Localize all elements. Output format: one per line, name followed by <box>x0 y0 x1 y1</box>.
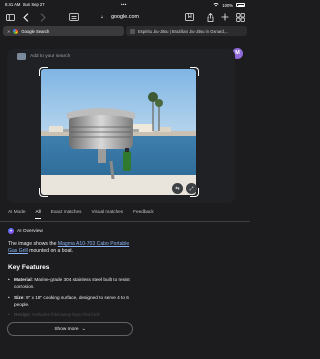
tab-jiu-jitsu[interactable]: Espiritu Jiu-Jitsu | Brazilian Jiu-Jitsu… <box>126 26 247 36</box>
list-item: Size: 9" x 18" cooking surface, designed… <box>8 294 138 308</box>
battery-percent: 100% <box>222 2 233 8</box>
google-favicon-icon <box>13 28 19 34</box>
crop-handle-bottom-left[interactable] <box>39 188 48 197</box>
query-image[interactable] <box>41 69 196 195</box>
tab-strip: ✕ Google Search Espiritu Jiu-Jitsu | Bra… <box>3 26 247 37</box>
sparkle-icon: ✦ <box>8 228 14 234</box>
add-tab-icon[interactable] <box>219 11 231 23</box>
status-bar: 6:41 AM Sun Sep 27 ••• 100% <box>0 0 250 9</box>
forward-icon[interactable] <box>37 11 49 23</box>
list-item: Material: Marine-grade 304 stainless ste… <box>8 276 138 290</box>
status-right: 100% <box>213 2 245 8</box>
battery-icon <box>236 3 245 7</box>
wifi-icon <box>213 2 219 8</box>
sidebar-icon[interactable] <box>4 11 16 23</box>
boat-grill-photo <box>41 69 196 195</box>
feature-text: : Marine-grade 304 stainless steel built… <box>14 277 130 289</box>
browser-toolbar: 🔒︎ google.com <box>0 9 250 25</box>
ai-overview-text: The image shows the Magma A10-703 Cabo P… <box>8 241 133 256</box>
share-icon[interactable] <box>204 11 216 23</box>
tab-overview-icon[interactable] <box>234 11 246 23</box>
lock-icon: 🔒︎ <box>101 14 104 19</box>
filter-all[interactable]: All <box>35 209 41 219</box>
ai-overview-header: ✦ AI Overview <box>8 228 43 234</box>
filter-ai-mode[interactable]: AI Mode <box>8 209 25 219</box>
translate-icon[interactable]: ⇆ <box>172 183 183 194</box>
multitask-dots[interactable]: ••• <box>121 2 127 7</box>
divider <box>0 221 250 222</box>
status-time: 6:41 AM Sun Sep 27 <box>5 2 45 7</box>
feature-label: Size <box>14 294 24 300</box>
key-features-title: Key Features <box>8 264 50 271</box>
chevron-down-icon: ⌄ <box>81 326 86 332</box>
ai-text-before: The image shows the <box>8 241 58 247</box>
ai-text-after: mounted on a boat. <box>27 248 74 255</box>
filter-exact-matches[interactable]: Exact matches <box>51 209 82 219</box>
crop-handle-top-left[interactable] <box>39 67 48 76</box>
crop-handle-top-right[interactable] <box>190 67 199 76</box>
tab-label: Espiritu Jiu-Jitsu | Brazilian Jiu-Jitsu… <box>138 28 229 34</box>
result-filters: AI Mode All Exact matches Visual matches… <box>8 209 248 219</box>
feature-text: : 9" x 18" cooking surface, designed to … <box>14 294 129 307</box>
back-icon[interactable] <box>20 11 32 23</box>
tab-google-search[interactable]: ✕ Google Search <box>3 26 124 36</box>
address-bar[interactable]: google.com <box>109 13 141 21</box>
ai-overview-title: AI Overview <box>17 228 43 234</box>
feature-label: Material <box>14 277 32 282</box>
show-more-button[interactable]: Show more ⌄ <box>7 322 133 336</box>
show-more-label: Show more <box>54 326 79 332</box>
filter-visual-matches[interactable]: Visual matches <box>91 209 123 219</box>
fullscreen-icon[interactable]: ⤢ <box>186 183 197 194</box>
close-tab-icon[interactable]: ✕ <box>7 29 10 34</box>
filter-feedback[interactable]: Feedback <box>133 209 154 219</box>
tab-label: Google Search <box>21 28 50 34</box>
lens-search-bar[interactable]: Add to your search <box>17 52 217 61</box>
text-size-icon[interactable] <box>68 11 80 23</box>
site-favicon-icon <box>130 28 135 34</box>
search-input[interactable]: Add to your search <box>30 54 70 59</box>
bookmark-icon[interactable] <box>183 11 195 23</box>
query-thumbnail[interactable] <box>17 53 26 60</box>
